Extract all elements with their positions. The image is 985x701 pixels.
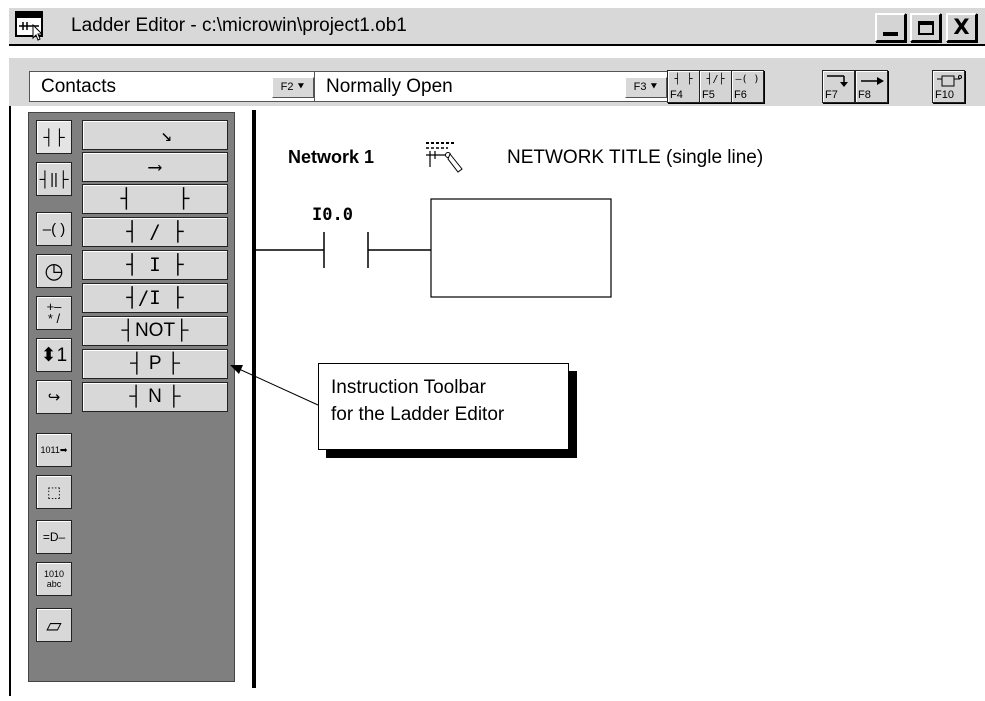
contacts-compare-icon: ┤||├ (39, 170, 69, 188)
normally-closed-contact-instr[interactable]: ┤ / ├ (82, 217, 228, 247)
ladder-app-icon[interactable] (15, 11, 45, 41)
chevron-down-icon: ⯆ (649, 81, 659, 93)
box-icon (936, 75, 962, 87)
coil-button[interactable]: –( ) F6 (731, 70, 764, 103)
instruction-category-dropdown[interactable]: Contacts F2 ⯆ (29, 71, 317, 102)
category-contacts-button[interactable]: ┤├ (36, 120, 72, 154)
close-button[interactable]: X (946, 13, 977, 42)
positive-transition-icon: ┤ P ├ (130, 353, 180, 374)
category-move-button[interactable]: ↪ (36, 380, 72, 414)
maximize-icon (917, 20, 934, 35)
horizontal-line-button[interactable]: F8 (855, 70, 888, 103)
category-logic-button[interactable]: =D– (36, 520, 72, 554)
chevron-down-icon: ⯆ (296, 81, 306, 93)
ladder-rung (255, 198, 612, 298)
conversion-icon: 1010 abc (43, 569, 65, 589)
immediate-closed-contact-icon: ┤/I ├ (126, 287, 184, 309)
normally-open-contact-instr[interactable]: ┤ ├ (82, 184, 228, 214)
window-left-border (9, 106, 11, 696)
normally-closed-contact-icon: ┤ / ├ (126, 221, 184, 243)
f2-key-label: F2 (280, 81, 294, 93)
math-icon: +– * / (46, 299, 62, 326)
normally-closed-contact-button[interactable]: ┤/├ F5 (699, 70, 732, 103)
f4-key-label: F4 (670, 89, 683, 101)
close-icon: X (953, 15, 970, 39)
f8-key-label: F8 (858, 89, 871, 101)
normally-open-contact-icon: ┤ ├ (120, 188, 190, 210)
network-title[interactable]: NETWORK TITLE (single line) (507, 147, 763, 169)
callout-line-2: for the Ladder Editor (331, 404, 505, 425)
category-coils-button[interactable]: –( ) (36, 212, 72, 246)
category-compare-button[interactable]: ┤||├ (36, 162, 72, 196)
contacts-icon: ┤├ (43, 128, 65, 146)
callout-line-1: Instruction Toolbar (331, 377, 486, 398)
f7-key-label: F7 (825, 89, 838, 101)
line-right-icon: ⟶ (149, 156, 161, 178)
branch-down-icon: ↘ (137, 124, 173, 146)
f10-key-label: F10 (935, 89, 954, 101)
category-dropdown-button[interactable]: F2 ⯆ (272, 77, 314, 98)
callout-arrow (230, 365, 319, 406)
f3-key-label: F3 (633, 81, 647, 93)
category-math-button[interactable]: +– * / (36, 296, 72, 330)
vertical-line-button[interactable]: F7 (822, 70, 855, 103)
empty-box-element (430, 198, 612, 298)
category-shift-button[interactable]: 1011➡ (36, 433, 72, 467)
immediate-open-contact-instr[interactable]: ┤ I ├ (82, 250, 228, 280)
normally-closed-contact-icon: ┤/├ (706, 74, 725, 85)
minimize-button[interactable] (875, 13, 906, 42)
not-contact-instr[interactable]: ┤NOT├ (82, 316, 228, 346)
category-timers-button[interactable]: ◷ (36, 254, 72, 288)
negative-transition-icon: ┤ N ├ (129, 386, 181, 407)
normally-open-contact-icon: ┤ ├ (674, 74, 693, 85)
program-control-icon: ⬚ (46, 484, 62, 501)
communication-icon: ▱ (46, 614, 62, 637)
not-contact-icon: ┤NOT├ (121, 320, 189, 341)
instruction-toolbar-callout: Instruction Toolbar for the Ladder Edito… (318, 363, 569, 450)
logic-icon: =D– (42, 530, 66, 544)
line-right-button[interactable]: ⟶ (82, 152, 228, 182)
category-value: Contacts (41, 76, 116, 97)
increment-icon: ⬍1 (40, 344, 68, 366)
move-icon: ↪ (47, 389, 61, 406)
f6-key-label: F6 (734, 89, 747, 101)
maximize-button[interactable] (910, 13, 941, 42)
network-title-edit-icon[interactable] (424, 139, 464, 177)
normally-open-contact-button[interactable]: ┤ ├ F4 (667, 70, 700, 103)
vertical-line-icon (826, 75, 848, 87)
editor-toolbar: Contacts F2 ⯆ Normally Open F3 ⯆ ┤ ├ F4 … (9, 58, 985, 106)
positive-transition-instr[interactable]: ┤ P ├ (82, 349, 228, 379)
category-conversion-button[interactable]: 1010 abc (36, 562, 72, 596)
shift-icon: 1011➡ (40, 444, 68, 455)
minimize-icon (883, 31, 898, 36)
window-title: Ladder Editor - c:\microwin\project1.ob1 (71, 15, 407, 36)
type-value: Normally Open (326, 76, 453, 97)
network-label: Network 1 (288, 147, 375, 167)
title-bar: Ladder Editor - c:\microwin\project1.ob1… (9, 8, 985, 46)
timer-icon: ◷ (44, 258, 64, 283)
category-increment-button[interactable]: ⬍1 (36, 338, 72, 372)
type-dropdown-button[interactable]: F3 ⯆ (625, 77, 667, 98)
box-button[interactable]: F10 (932, 70, 965, 103)
coils-icon: –( ) (42, 220, 66, 238)
negative-transition-instr[interactable]: ┤ N ├ (82, 382, 228, 412)
immediate-open-contact-icon: ┤ I ├ (126, 254, 184, 276)
branch-down-button[interactable]: ↘ (82, 120, 228, 150)
instruction-type-dropdown[interactable]: Normally Open F3 ⯆ (314, 71, 670, 102)
immediate-closed-contact-instr[interactable]: ┤/I ├ (82, 283, 228, 313)
category-program-control-button[interactable]: ⬚ (36, 475, 72, 509)
coil-icon: –( ) (735, 74, 760, 85)
instruction-toolbar: ┤├ ┤||├ –( ) ◷ +– * / ⬍1 ↪ 1011➡ ⬚ =D– 1… (28, 112, 235, 682)
f5-key-label: F5 (702, 89, 715, 101)
category-communication-button[interactable]: ▱ (36, 608, 72, 642)
horizontal-line-icon (860, 77, 884, 85)
